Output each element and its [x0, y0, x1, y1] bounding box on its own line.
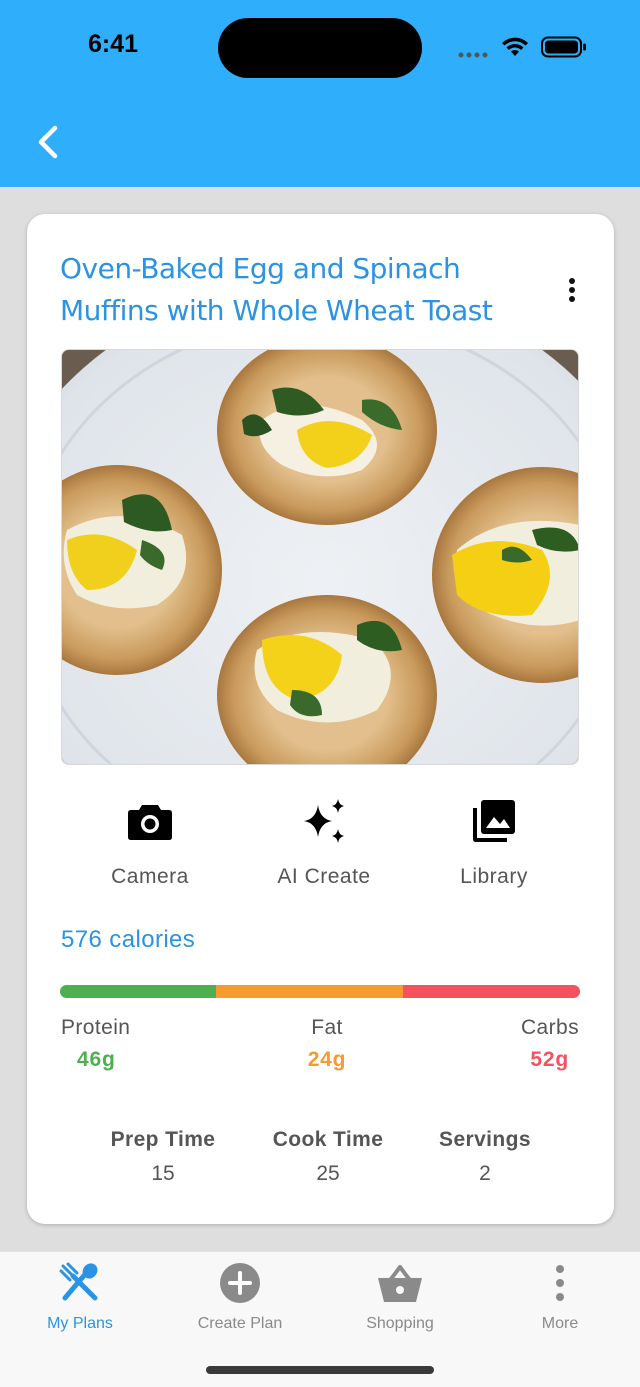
macro-bar: [60, 985, 580, 998]
more-vertical-icon: [569, 278, 575, 284]
macro-protein: Protein 46g: [61, 1016, 130, 1072]
protein-value: 46g: [77, 1048, 116, 1071]
recipe-title: Oven-Baked Egg and Spinach Muffins with …: [60, 252, 493, 327]
library-button[interactable]: Library: [414, 797, 574, 897]
macro-bar-protein: [60, 985, 216, 998]
ai-create-label: AI Create: [277, 865, 371, 888]
servings-label: Servings: [439, 1128, 531, 1151]
utensils-icon: [59, 1262, 98, 1301]
home-indicator: [206, 1366, 434, 1374]
camera-button[interactable]: Camera: [70, 797, 230, 897]
egg-and-spinach-muffins-photo: [62, 350, 578, 764]
servings-value: 2: [479, 1162, 491, 1185]
macro-fat: Fat 24g: [297, 1016, 357, 1072]
tab-my-plans[interactable]: My Plans: [0, 1260, 160, 1340]
prep-time-value: 15: [151, 1162, 175, 1185]
macro-bar-fat: [216, 985, 404, 998]
back-button[interactable]: [28, 120, 68, 164]
cook-time-value: 25: [316, 1162, 340, 1185]
tab-create-plan[interactable]: Create Plan: [160, 1260, 320, 1340]
camera-label: Camera: [111, 865, 189, 888]
tab-shopping[interactable]: Shopping: [320, 1260, 480, 1340]
recipe-menu-button[interactable]: [561, 274, 583, 306]
tab-more[interactable]: More: [480, 1260, 640, 1340]
recipe-photo[interactable]: [61, 349, 579, 765]
protein-label: Protein: [61, 1016, 131, 1039]
app-header: 6:41: [0, 0, 640, 187]
plus-circle-icon: [220, 1263, 260, 1303]
cellular-signal-icon: [458, 52, 488, 58]
carbs-value: 52g: [530, 1048, 569, 1071]
library-label: Library: [460, 865, 528, 888]
tab-my-plans-label: My Plans: [47, 1315, 113, 1332]
ai-create-button[interactable]: AI Create: [244, 797, 404, 897]
dynamic-island: [218, 18, 422, 78]
prep-time-label: Prep Time: [110, 1128, 216, 1151]
calories-text: 576 calories: [61, 926, 196, 953]
recipe-card: Oven-Baked Egg and Spinach Muffins with …: [27, 214, 614, 1224]
status-time: 6:41: [88, 30, 139, 58]
cook-time-label: Cook Time: [272, 1128, 384, 1151]
tab-shopping-label: Shopping: [366, 1315, 434, 1332]
tab-more-label: More: [541, 1315, 579, 1332]
prep-time: Prep Time 15: [73, 1128, 253, 1186]
photo-library-icon: [473, 800, 515, 842]
macro-carbs: Carbs 52g: [497, 1016, 579, 1072]
sparkles-icon: [304, 799, 344, 843]
cook-time: Cook Time 25: [238, 1128, 418, 1186]
wifi-icon: [502, 37, 528, 56]
fat-value: 24g: [307, 1048, 347, 1071]
chevron-left-icon: [38, 125, 58, 159]
camera-icon: [128, 805, 172, 840]
more-vertical-icon: [556, 1265, 564, 1301]
macro-bar-carbs: [403, 985, 580, 998]
carbs-label: Carbs: [520, 1016, 579, 1039]
photo-actions: Camera AI Create Library: [27, 797, 614, 897]
basket-icon: [378, 1265, 422, 1302]
battery-icon: [541, 36, 586, 58]
fat-label: Fat: [311, 1016, 343, 1039]
servings: Servings 2: [395, 1128, 575, 1186]
tab-create-plan-label: Create Plan: [197, 1315, 283, 1332]
